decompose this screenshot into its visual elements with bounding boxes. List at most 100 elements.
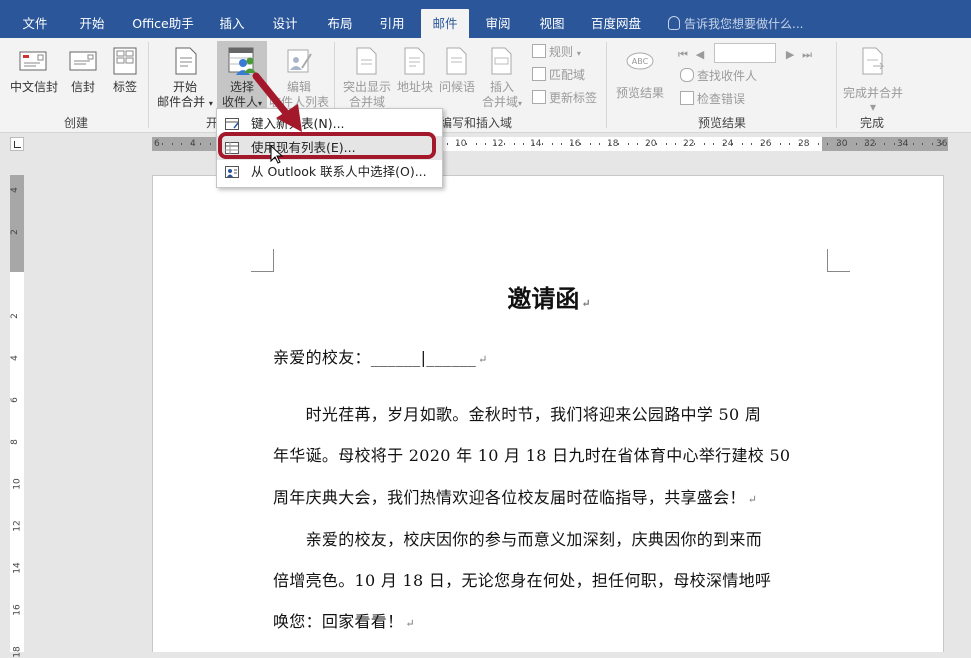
group-separator <box>148 42 149 128</box>
document-body-line: 倍增亮色。10 月 18 日，无论您身在何处，担任何职，母校深情地呼 <box>273 567 771 591</box>
tab-4[interactable]: 插入 <box>212 9 252 38</box>
update-labels-button[interactable]: 更新标签 <box>532 90 597 106</box>
ruler-tick-mark <box>703 143 705 145</box>
ruler-tick-mark <box>447 143 448 145</box>
preview-results-icon: ABC <box>626 52 654 70</box>
first-record-icon[interactable]: ⏮ <box>678 48 688 61</box>
check-errors-icon <box>680 91 694 105</box>
highlight-fields-icon <box>356 47 377 75</box>
labels-icon <box>113 47 137 75</box>
record-navigation: ⏮ ◀ ▶ ⏭ <box>678 43 812 63</box>
tab-3[interactable]: Office助手 <box>125 9 201 38</box>
rules-button[interactable]: 规则 ▾ <box>532 44 581 61</box>
ruler-tick-mark <box>475 143 477 145</box>
ruler-tick-mark <box>485 143 486 145</box>
document-page[interactable]: 邀请函 ↵ 亲爱的校友：______|______ ↵ 时光荏苒，岁月如歌。金秋时节… <box>152 175 944 652</box>
document-body-line: 亲爱的校友，校庆因你的参与而意义加深刻，庆典因你的到来而 <box>273 526 762 550</box>
address-block-button[interactable]: 地址块 <box>394 46 436 112</box>
ruler-tick-label: 8 <box>9 439 20 445</box>
ruler-tick-mark <box>846 143 847 145</box>
tab-6[interactable]: 布局 <box>318 9 362 38</box>
vertical-ruler[interactable]: 4 2 2 4 6 8 10 12 14 16 18 <box>9 175 24 658</box>
paragraph-mark-icon: ↵ <box>581 297 591 310</box>
document-body-line: 时光荏苒，岁月如歌。金秋时节，我们将迎来公园路中学 50 周 <box>273 401 761 425</box>
ruler-tick-mark <box>874 143 876 145</box>
ruler-tick-label: 16 <box>12 604 23 616</box>
ruler-tick-mark <box>836 143 838 145</box>
document-body-line: 唤您：回家看看！ ↵ <box>273 608 415 632</box>
tab-5[interactable]: 设计 <box>263 9 307 38</box>
tab-1[interactable]: 文件 <box>14 9 56 38</box>
greeting-line-icon <box>446 47 467 75</box>
ruler-tick-mark <box>200 143 201 145</box>
ruler-tick-mark <box>732 143 733 145</box>
tab-2[interactable]: 开始 <box>70 9 114 38</box>
tab-8[interactable]: 邮件 <box>421 9 469 38</box>
ruler-tick-mark <box>694 143 695 145</box>
chinese-envelope-button[interactable]: 中文信封 <box>6 46 62 106</box>
ruler-tick-mark <box>637 143 638 145</box>
body-text: 亲爱的校友，校庆因你的参与而意义加深刻，庆典因你的到来而 <box>273 530 763 549</box>
finish-merge-button[interactable]: 完成并合并 ▾ <box>838 46 908 114</box>
document-merge-icon <box>175 47 197 75</box>
tab-10[interactable]: 视图 <box>530 9 574 38</box>
ruler-tick-mark <box>599 143 600 145</box>
labels-button[interactable]: 标签 <box>106 46 144 106</box>
tell-me-search[interactable]: 告诉我您想要做什么... <box>668 9 803 38</box>
ruler-tick-mark <box>941 143 942 145</box>
ruler-tick-mark <box>817 143 819 145</box>
find-recipient-icon <box>680 68 694 82</box>
ruler-tick-mark <box>542 143 543 145</box>
ribbon-mailings: 中文信封 信封 标签 创建 开始 邮件合并 ▾ 选择 收件人▾ 编辑 收件人列表… <box>0 38 971 133</box>
ruler-tick-mark <box>589 143 591 145</box>
tab-7[interactable]: 引用 <box>370 9 414 38</box>
ruler-tick-mark <box>532 143 534 145</box>
body-text: 倍增亮色。10 月 18 日，无论您身在何处，担任何职，母校深情地呼 <box>273 571 772 590</box>
last-record-icon[interactable]: ⏭ <box>802 48 812 61</box>
menu-item-outlook-contacts[interactable]: 从 Outlook 联系人中选择(O)... <box>217 160 442 184</box>
envelopes-button[interactable]: 信封 <box>64 46 102 106</box>
record-number-input[interactable] <box>714 43 777 63</box>
ruler-tick-mark <box>561 143 562 145</box>
ruler-tick-mark <box>190 143 192 145</box>
group-label-create: 创建 <box>64 116 89 130</box>
tab-9[interactable]: 审阅 <box>476 9 520 38</box>
ruler-tick-mark <box>162 143 163 145</box>
new-list-icon <box>225 118 239 130</box>
ruler-tick-mark <box>808 143 809 145</box>
ruler-tick-mark <box>466 143 467 145</box>
ruler-tick-mark <box>789 143 790 145</box>
preview-results-button[interactable]: ABC 预览结果 <box>612 46 668 112</box>
ruler-tick-mark <box>675 143 676 145</box>
next-record-icon[interactable]: ▶ <box>786 48 794 61</box>
ruler-tick-mark <box>751 143 752 145</box>
ruler-tick-mark <box>580 143 581 145</box>
update-labels-icon <box>532 90 546 104</box>
check-errors-button[interactable]: 检查错误 <box>680 91 745 107</box>
ruler-tick-mark <box>513 143 515 145</box>
ruler-tick-mark <box>779 143 781 145</box>
body-text: 时光荏苒，岁月如歌。金秋时节，我们将迎来公园路中学 50 周 <box>273 405 762 424</box>
svg-text:ABC: ABC <box>632 57 649 66</box>
match-fields-button[interactable]: 匹配域 <box>532 67 585 83</box>
find-recipient-button[interactable]: 查找收件人 <box>680 68 757 84</box>
paragraph-mark-icon: ↵ <box>478 353 488 366</box>
previous-record-icon[interactable]: ◀ <box>696 48 704 61</box>
rules-icon <box>532 44 546 58</box>
start-mail-merge-button[interactable]: 开始 邮件合并 ▾ <box>154 46 216 112</box>
ruler-tick-label: 2 <box>9 229 20 235</box>
tab-selector[interactable] <box>10 137 24 151</box>
ruler-tick-mark <box>684 143 686 145</box>
greeting-line-button[interactable]: 问候语 <box>436 46 478 112</box>
group-separator <box>836 42 837 128</box>
ruler-tick-mark <box>722 143 724 145</box>
group-label-preview: 预览结果 <box>698 116 747 130</box>
insert-merge-field-button[interactable]: 插入 合并域▾ <box>478 46 526 112</box>
insert-field-icon <box>491 47 512 75</box>
ruler-tick-mark <box>456 143 458 145</box>
ruler-tick-mark <box>627 143 629 145</box>
highlight-merge-fields-button[interactable]: 突出显示 合并域 <box>340 46 394 112</box>
tab-11[interactable]: 百度网盘 <box>580 9 652 38</box>
group-label-write-insert: 编写和插入域 <box>440 116 513 130</box>
document-title: 邀请函 ↵ <box>507 284 591 313</box>
